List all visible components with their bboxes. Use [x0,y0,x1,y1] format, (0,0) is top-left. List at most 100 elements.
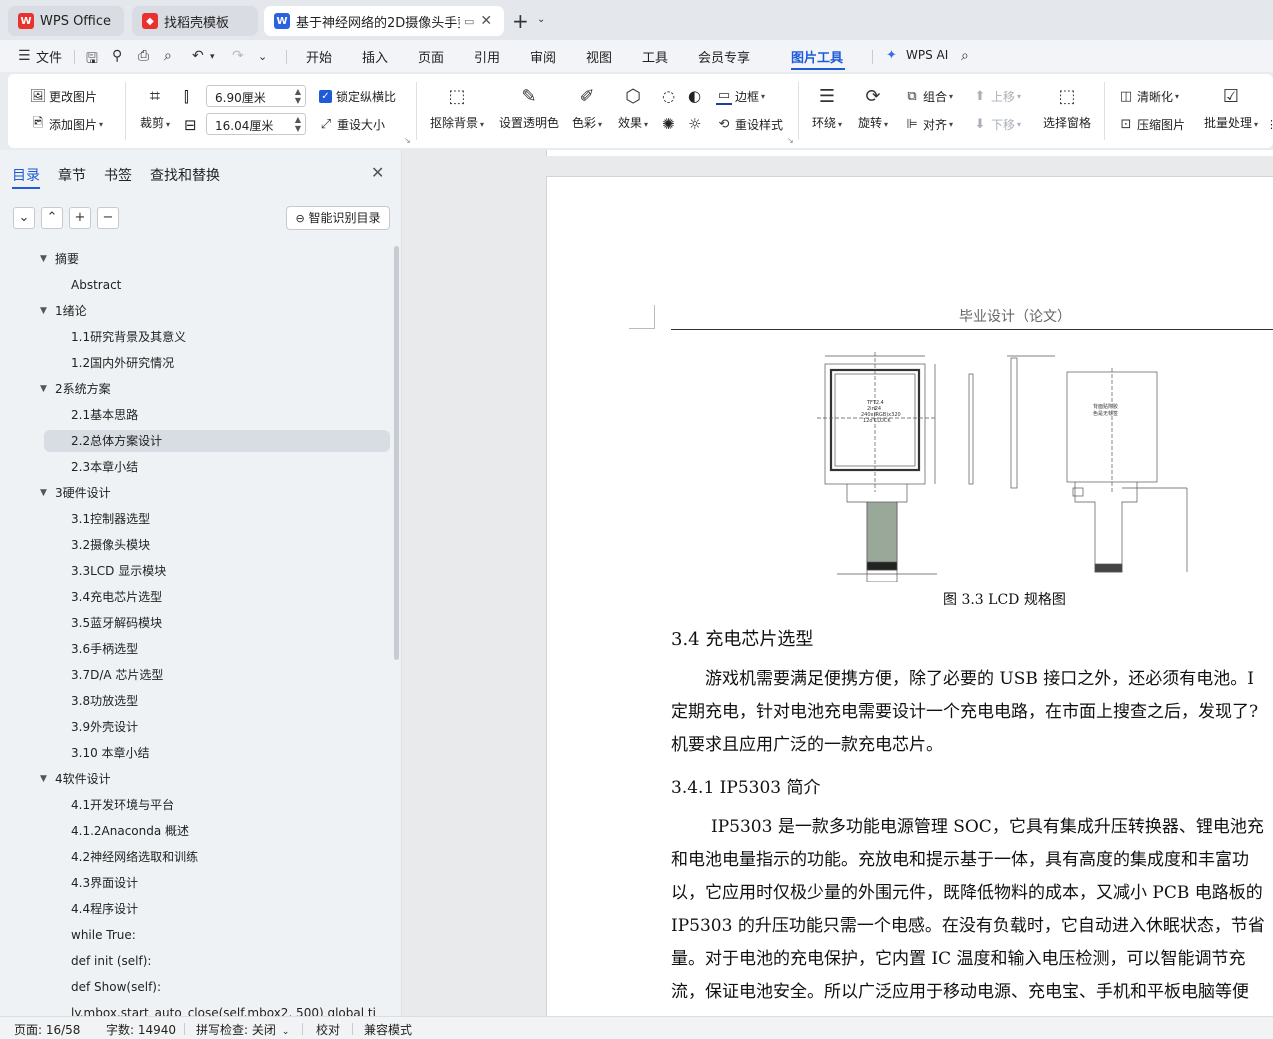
menu-references[interactable]: 引用 [474,47,500,66]
new-tab-plus-icon[interactable]: + [512,9,529,33]
spinner-icon[interactable]: ▲ ▼ [295,87,301,105]
expand-caret-icon[interactable]: ▼ [40,378,47,400]
undo-dropdown-icon[interactable]: ▾ [210,52,215,62]
print-icon[interactable]: ⎙ [138,48,149,64]
lock-aspect-ratio-checkbox[interactable]: ✓ 锁定纵横比 [319,88,396,105]
search-icon[interactable]: ⌕ [961,48,969,64]
tab-docer-templates[interactable]: ◆ 找稻壳模板 [132,6,258,36]
menu-membership[interactable]: 会员专享 [698,47,750,66]
menu-view[interactable]: 视图 [586,47,612,66]
toc-item[interactable]: 3.10 本章小结 [71,742,387,764]
toc-item[interactable]: Abstract [71,274,387,296]
expand-all-button[interactable]: ⌄ [13,207,35,229]
toc-item[interactable]: 3.3LCD 显示模块 [71,560,387,582]
add-heading-button[interactable]: + [69,207,91,229]
nav-tab-find-replace[interactable]: 查找和替换 [150,165,220,185]
color-button[interactable]: ✐ 色彩 ▾ [569,86,605,131]
remove-background-button[interactable]: ⬚ 抠除背景 ▾ [428,86,486,131]
toc-item[interactable]: 1.1研究背景及其意义 [71,326,387,348]
smart-toc-button[interactable]: ⊖ 智能识别目录 [286,206,390,230]
toc-item[interactable]: 3.6手柄选型 [71,638,387,660]
batch-process-button[interactable]: ☑ 批量处理 ▾ [1200,86,1262,131]
quick-access-dropdown-icon[interactable]: ⌄ [258,50,267,63]
toc-item[interactable]: 3.9外壳设计 [71,716,387,738]
wrap-text-button[interactable]: ☰ 环绕 ▾ [808,86,846,131]
redo-icon[interactable]: ↷ [232,48,244,64]
toc-item[interactable]: 3.1控制器选型 [71,508,387,530]
menu-page[interactable]: 页面 [418,47,444,66]
rotate-button[interactable]: ⟳ 旋转 ▾ [854,86,892,131]
spell-check-toggle[interactable]: 拼写检查: 关闭 ⌄ [196,1021,289,1038]
group-button[interactable]: ⧉ 组合 ▾ [904,88,953,105]
proofread-button[interactable]: 校对 [316,1021,340,1038]
toc-item[interactable]: 2.3本章小结 [71,456,387,478]
word-count[interactable]: 字数: 14940 [106,1021,176,1038]
selection-pane-button[interactable]: ⬚ 选择窗格 [1040,86,1094,131]
align-button[interactable]: ⊫ 对齐 ▾ [904,116,953,133]
toc-item[interactable]: 3.7D/A 芯片选型 [71,664,387,686]
expand-caret-icon[interactable]: ▼ [40,768,47,790]
menu-picture-tools[interactable]: 图片工具 [791,47,843,66]
bring-forward-button[interactable]: ⬆ 上移 ▾ [972,88,1021,105]
save-icon[interactable]: 🖫 [86,48,98,72]
menu-file[interactable]: 文件 [36,47,62,66]
chevron-down-icon[interactable]: ⌄ [537,14,545,25]
expand-caret-icon[interactable]: ▼ [40,248,47,270]
nav-scrollbar[interactable] [394,246,399,660]
sharpen-button[interactable]: ◫ 清晰化 ▾ [1118,88,1179,105]
menu-tools[interactable]: 工具 [642,47,668,66]
menu-insert[interactable]: 插入 [362,47,388,66]
reset-size-button[interactable]: ⤢ 重设大小 [318,116,385,133]
toc-item[interactable]: 2.1基本思路 [71,404,387,426]
toc-item[interactable]: while True: [71,924,387,946]
tab-document[interactable]: W 基于神经网络的2D摄像头手势 ▭ ✕ [264,6,504,36]
remove-heading-button[interactable]: − [97,207,119,229]
expand-caret-icon[interactable]: ▼ [40,482,47,504]
toc-item[interactable]: 3.8功放选型 [71,690,387,712]
toc-item[interactable]: 4.3界面设计 [71,872,387,894]
dialog-launcher-icon[interactable]: ↘ [404,136,411,145]
contrast-icon[interactable]: ◌ [662,87,675,105]
nav-tab-bookmarks[interactable]: 书签 [104,165,132,185]
toc-item[interactable]: 摘要 [55,248,385,270]
border-button[interactable]: ▭ 边框 ▾ [716,88,765,105]
height-input[interactable]: 6.90厘米 ▲ ▼ [206,85,306,107]
toc-item[interactable]: 3.4充电芯片选型 [71,586,387,608]
reset-style-button[interactable]: ⟲ 重设样式 [716,116,783,133]
dialog-launcher-icon[interactable]: ↘ [787,136,794,145]
brightness-down-icon[interactable]: ☼ [688,115,701,133]
toc-item[interactable]: 3硬件设计 [55,482,385,504]
menu-wps-ai[interactable]: WPS AI [906,48,948,62]
toc-item[interactable]: 1.2国内外研究情况 [71,352,387,374]
toc-item[interactable]: 2系统方案 [55,378,385,400]
change-image-button[interactable]: 🖼 更改图片 [30,88,97,105]
nav-tab-toc[interactable]: 目录 [12,165,40,185]
set-transparent-color-button[interactable]: ✎ 设置透明色 [498,86,560,131]
close-icon[interactable]: ✕ [371,163,384,182]
toc-item[interactable]: ly.mbox.start_auto_close(self.mbox2, 500… [71,1002,387,1016]
share-icon[interactable]: ⚲ [112,48,122,64]
menu-home[interactable]: 开始 [306,47,332,66]
toc-item[interactable]: 4.1.2Anaconda 概述 [71,820,387,842]
page-indicator[interactable]: 页面: 16/58 [14,1021,80,1038]
spinner-icon[interactable]: ▲ ▼ [295,115,301,133]
collapse-all-button[interactable]: ⌃ [41,207,63,229]
crop-button[interactable]: ⌗ 裁剪 ▾ [136,86,174,131]
nav-tab-sections[interactable]: 章节 [58,165,86,185]
toc-item[interactable]: def init (self): [71,950,387,972]
print-preview-icon[interactable]: ⌕ [164,48,172,64]
toc-item[interactable]: 3.2摄像头模块 [71,534,387,556]
toc-item[interactable]: 2.2总体方案设计 [44,430,390,452]
brightness-up-icon[interactable]: ✺ [662,115,675,133]
toc-item[interactable]: 4.1开发环境与平台 [71,794,387,816]
toc-item[interactable]: 3.5蓝牙解码模块 [71,612,387,634]
effects-button[interactable]: ⬡ 效果 ▾ [615,86,651,131]
close-tab-icon[interactable]: ✕ [480,13,492,29]
toc-item[interactable]: 1绪论 [55,300,385,322]
send-backward-button[interactable]: ⬇ 下移 ▾ [972,116,1021,133]
ribbon-more-icon[interactable]: ⋮ [1266,118,1273,131]
lcd-spec-figure[interactable]: TFT2.4 2in24 240x(RGB)x320 12o'CLOCK 背面贴… [817,352,1212,582]
brightness-icon[interactable]: ◐ [688,87,701,105]
tab-wps-office[interactable]: W WPS Office [8,6,124,36]
toc-item[interactable]: 4软件设计 [55,768,385,790]
